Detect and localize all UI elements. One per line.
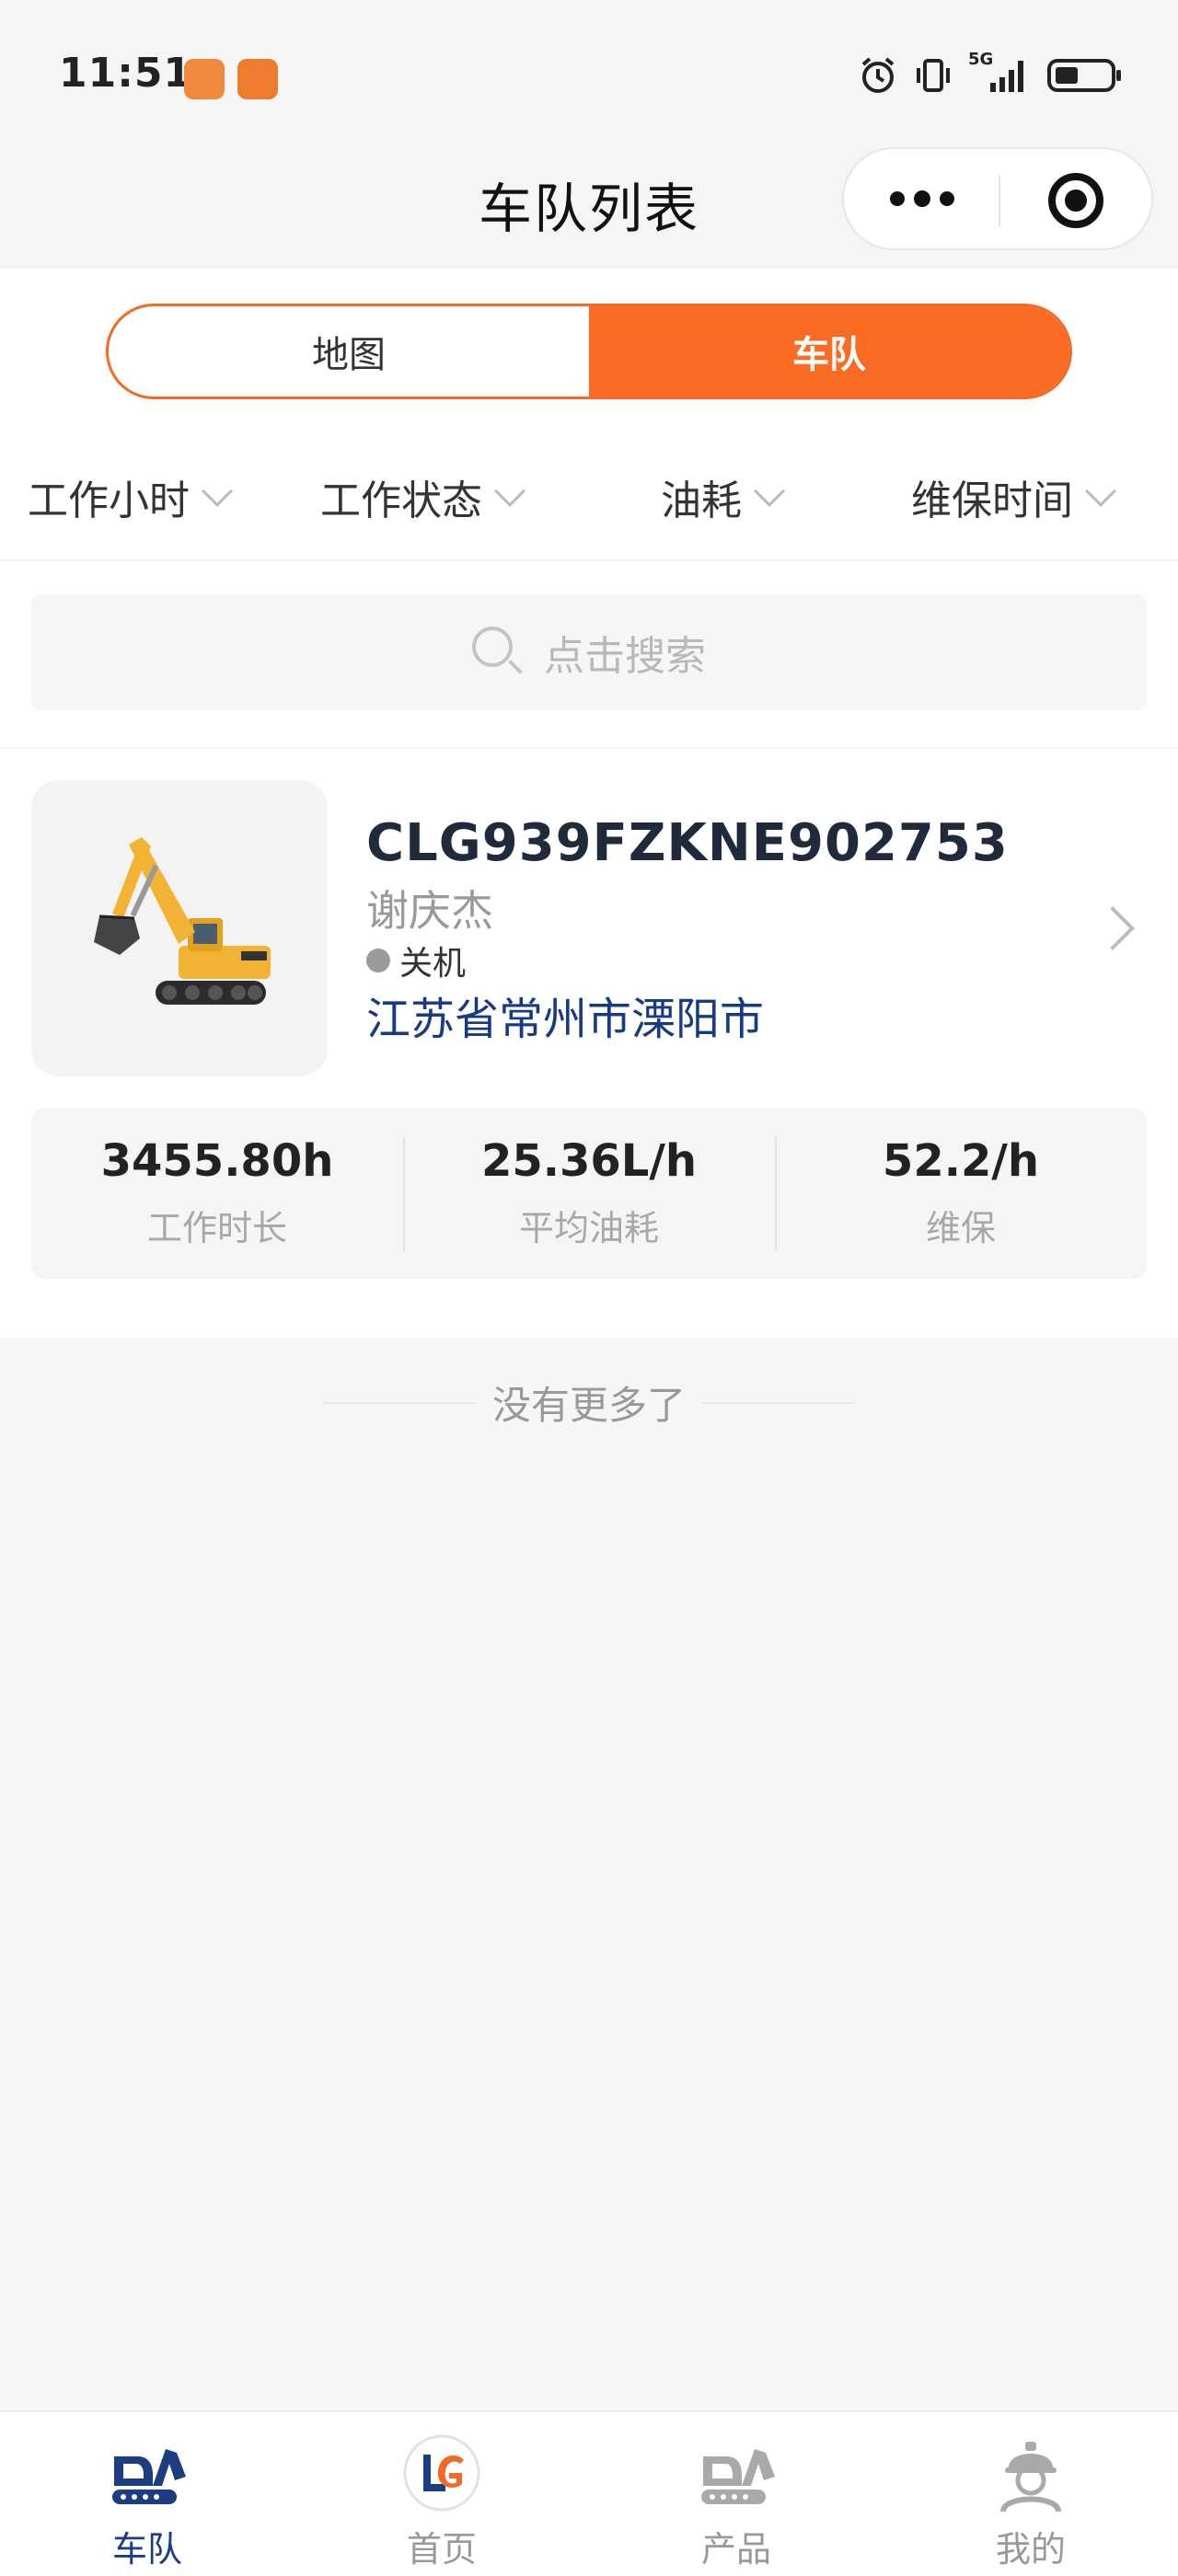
battery-icon <box>1047 59 1121 92</box>
stat-value: 3455.80h <box>100 1135 334 1187</box>
app-notification-icon <box>237 59 278 99</box>
status-bar: 11:51 5G <box>0 0 1178 147</box>
filter-label: 维保时间 <box>911 477 1073 524</box>
divider-line <box>322 1401 476 1404</box>
stat-label: 维保 <box>925 1208 996 1248</box>
vehicle-vin: CLG939FZKNE902753 <box>366 813 1009 873</box>
app-notification-icon <box>184 59 225 99</box>
chevron-down-icon <box>494 476 525 507</box>
filter-label: 油耗 <box>661 477 742 524</box>
mini-program-capsule <box>842 147 1153 250</box>
status-time: 11:51 <box>59 50 193 97</box>
vehicle-state: 关机 <box>366 937 466 984</box>
state-label: 关机 <box>399 945 467 983</box>
filter-fuel[interactable]: 油耗 <box>661 451 785 543</box>
excavator-logo-gray-icon <box>701 2449 775 2504</box>
status-indicators: 5G <box>858 50 1123 96</box>
filter-maintenance-time[interactable]: 维保时间 <box>911 451 1116 543</box>
divider <box>0 559 1178 561</box>
fleet-card[interactable]: CLG939FZKNE902753 谢庆杰 关机 江苏省常州市溧阳市 3455.… <box>0 749 1178 1338</box>
search-icon <box>472 627 524 678</box>
more-dots-icon[interactable] <box>890 190 954 207</box>
filter-label: 工作小时 <box>28 477 190 524</box>
divider-line <box>702 1401 855 1404</box>
tab-fleet[interactable]: 车队 <box>589 306 1069 397</box>
tab-fleet-nav[interactable]: 车队 <box>0 2412 294 2576</box>
stat-label: 工作时长 <box>146 1208 287 1248</box>
stat-avg-fuel: 25.36L/h 平均油耗 <box>403 1108 775 1279</box>
search-placeholder: 点击搜索 <box>544 633 706 680</box>
filter-work-status[interactable]: 工作状态 <box>320 451 525 543</box>
list-end-text: 没有更多了 <box>491 1383 686 1428</box>
tab-mine-nav[interactable]: 我的 <box>884 2412 1178 2576</box>
excavator-logo-icon <box>112 2449 186 2504</box>
stat-label: 平均油耗 <box>518 1208 659 1248</box>
capsule-divider <box>999 175 1000 226</box>
vehicle-stats: 3455.80h 工作时长 25.36L/h 平均油耗 52.2/h 维保 <box>31 1108 1147 1279</box>
tab-map[interactable]: 地图 <box>109 306 589 397</box>
stat-maintenance: 52.2/h 维保 <box>775 1108 1147 1279</box>
view-switch: 地图 车队 <box>106 304 1072 399</box>
tab-label: 产品 <box>700 2529 771 2570</box>
bottom-tab-bar: 车队 首页 产品 我的 <box>0 2410 1178 2576</box>
tab-label: 首页 <box>406 2529 477 2570</box>
stat-work-hours: 3455.80h 工作时长 <box>31 1108 403 1279</box>
search-input[interactable]: 点击搜索 <box>31 594 1147 710</box>
nav-bar: 车队列表 <box>0 147 1178 269</box>
signal-icon: 5G <box>968 50 1033 96</box>
vehicle-owner: 谢庆杰 <box>366 886 493 936</box>
tab-label: 车队 <box>111 2529 182 2570</box>
tab-home-nav[interactable]: 首页 <box>294 2412 589 2576</box>
filter-label: 工作状态 <box>320 477 482 524</box>
chevron-down-icon <box>1085 476 1116 507</box>
state-dot-icon <box>366 949 390 972</box>
worker-helmet-icon <box>1000 2442 1061 2513</box>
stat-value: 25.36L/h <box>480 1135 698 1187</box>
target-circle-icon[interactable] <box>1048 173 1103 228</box>
chevron-down-icon <box>754 476 785 507</box>
tab-products-nav[interactable]: 产品 <box>589 2412 884 2576</box>
filter-work-hours[interactable]: 工作小时 <box>28 451 233 543</box>
liugong-logo-icon <box>403 2434 480 2512</box>
alarm-icon <box>861 57 895 93</box>
tab-label: 我的 <box>995 2529 1066 2570</box>
filter-bar: 工作小时 工作状态 油耗 维保时间 <box>0 451 1178 543</box>
list-end-indicator: 没有更多了 <box>0 1374 1178 1431</box>
excavator-image <box>31 780 328 1076</box>
vehicle-address: 江苏省常州市溧阳市 <box>366 994 765 1045</box>
chevron-right-icon[interactable] <box>1090 905 1136 951</box>
stat-value: 52.2/h <box>882 1135 1040 1187</box>
chevron-down-icon <box>202 476 233 507</box>
vibrate-icon <box>917 59 950 92</box>
